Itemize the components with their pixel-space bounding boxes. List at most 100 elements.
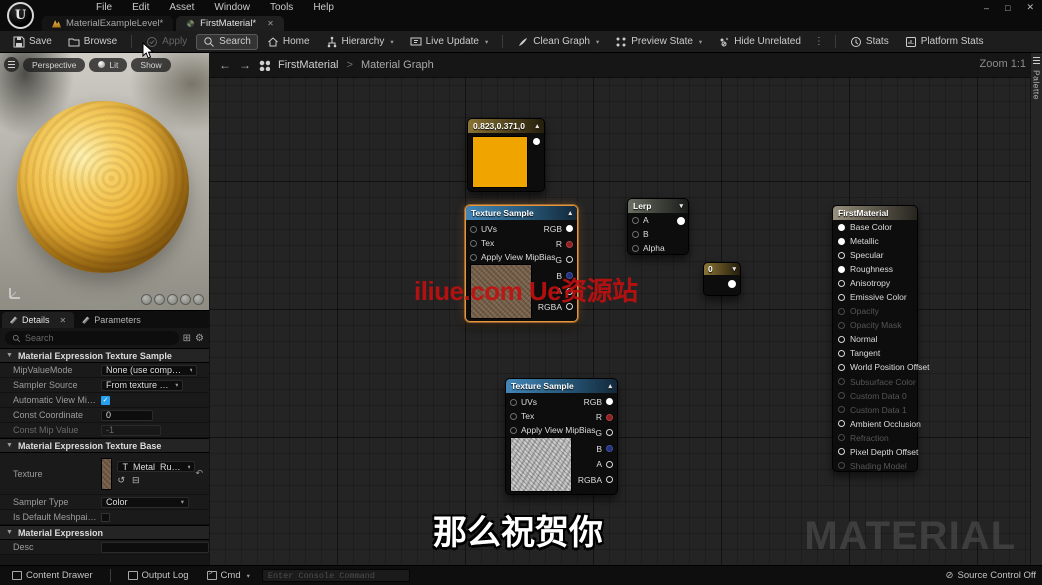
output-pin[interactable] — [566, 256, 573, 263]
input-pin[interactable] — [838, 308, 845, 315]
input-pin[interactable] — [470, 240, 477, 247]
tab-material-example-level[interactable]: MaterialExampleLevel* — [42, 16, 173, 31]
input-pin[interactable] — [838, 406, 845, 413]
chevron-down-icon[interactable]: ▾ — [679, 202, 683, 210]
output-pin-row[interactable]: R — [578, 410, 613, 426]
close-button[interactable]: ✕ — [1026, 2, 1034, 13]
input-pin[interactable] — [838, 350, 845, 357]
texture-asset-dropdown[interactable]: T_Metal_Rust_D▾ — [117, 461, 195, 472]
material-input-row[interactable]: Normal — [833, 332, 917, 346]
platform-stats-button[interactable]: Platform Stats — [898, 34, 991, 50]
output-pin[interactable] — [533, 138, 540, 145]
material-input-row[interactable]: Emissive Color — [833, 290, 917, 304]
forward-arrow-icon[interactable]: → — [239, 58, 251, 72]
output-pin-row[interactable]: RGB — [538, 221, 573, 237]
material-result-node[interactable]: FirstMaterial Base ColorMetallicSpecular… — [832, 205, 918, 472]
input-pin[interactable] — [510, 413, 517, 420]
menu-window[interactable]: Window — [214, 2, 250, 13]
content-drawer-button[interactable]: Content Drawer — [6, 568, 99, 583]
input-pin[interactable] — [632, 217, 639, 224]
tab-details[interactable]: Details ✕ — [2, 312, 74, 328]
output-pin[interactable] — [606, 414, 613, 421]
input-pin[interactable] — [838, 392, 845, 399]
material-input-row[interactable]: Specular — [833, 248, 917, 262]
clean-graph-button[interactable]: Clean Graph ▾ — [510, 34, 606, 50]
input-pin[interactable] — [838, 434, 845, 441]
mesh-sphere-button[interactable] — [154, 294, 165, 305]
output-pin-row[interactable]: G — [578, 425, 613, 441]
input-pin[interactable] — [510, 427, 517, 434]
minimize-button[interactable]: – — [984, 3, 989, 13]
collapse-icon[interactable]: ▴ — [535, 122, 539, 130]
input-pin-row[interactable]: Alpha — [628, 241, 688, 255]
save-button[interactable]: Save — [6, 34, 59, 50]
output-pin[interactable] — [606, 398, 613, 405]
material-input-row[interactable]: Base Color — [833, 220, 917, 234]
menu-asset[interactable]: Asset — [169, 2, 194, 13]
hide-unrelated-button[interactable]: Hide Unrelated — [711, 34, 808, 50]
input-pin[interactable] — [838, 238, 845, 245]
input-pin[interactable] — [838, 294, 845, 301]
input-pin[interactable] — [838, 266, 845, 273]
reset-property-icon[interactable]: ↶ — [195, 468, 203, 479]
cmd-dropdown[interactable]: Cmd ▾ — [201, 568, 256, 583]
input-pin[interactable] — [838, 280, 845, 287]
kebab-menu-icon[interactable]: ⋮ — [810, 36, 828, 47]
output-pin-row[interactable]: R — [538, 237, 573, 253]
menu-file[interactable]: File — [96, 2, 112, 13]
collapse-icon[interactable]: ▴ — [568, 209, 572, 217]
output-pin-row[interactable]: A — [578, 456, 613, 472]
output-pin-row[interactable]: RGB — [578, 394, 613, 410]
auto-view-mip-checkbox[interactable]: ✓ — [101, 396, 110, 405]
mesh-plane-button[interactable] — [167, 294, 178, 305]
tab-close-icon[interactable]: ✕ — [267, 19, 274, 28]
close-icon[interactable]: ✕ — [60, 316, 67, 325]
const-coordinate-input[interactable]: 0 — [101, 410, 153, 421]
input-pin[interactable] — [470, 254, 477, 261]
input-pin[interactable] — [838, 224, 845, 231]
search-button[interactable]: Search — [196, 34, 258, 50]
back-arrow-icon[interactable]: ← — [219, 58, 231, 72]
live-update-button[interactable]: Live Update ▾ — [403, 34, 496, 50]
sampler-source-dropdown[interactable]: From texture asset▾ — [101, 380, 183, 391]
lit-dropdown[interactable]: Lit — [89, 58, 127, 72]
material-preview-viewport[interactable]: Perspective Lit Show — [0, 53, 209, 310]
default-meshpaint-checkbox[interactable] — [101, 513, 110, 522]
output-pin[interactable] — [606, 445, 613, 452]
input-pin[interactable] — [838, 322, 845, 329]
chevron-down-icon[interactable]: ▾ — [732, 265, 736, 273]
mip-value-mode-dropdown[interactable]: None (use computed mip lev▾ — [101, 365, 197, 376]
output-pin-row[interactable]: RGBA — [578, 472, 613, 488]
mesh-custom-button[interactable] — [193, 294, 204, 305]
details-search-input[interactable]: Search — [5, 331, 179, 345]
breadcrumb-root[interactable]: FirstMaterial — [278, 59, 339, 71]
section-texture-base[interactable]: ▼ Material Expression Texture Base — [0, 438, 209, 453]
palette-sidebar-tab[interactable]: Palette — [1030, 53, 1042, 565]
tab-parameters[interactable]: Parameters — [74, 312, 149, 328]
section-material-expression[interactable]: ▼ Material Expression — [0, 525, 209, 540]
const-mip-value-input[interactable]: -1 — [101, 425, 161, 436]
output-pin[interactable] — [606, 461, 613, 468]
material-input-row[interactable]: Custom Data 0 — [833, 389, 917, 403]
input-pin[interactable] — [632, 245, 639, 252]
use-selected-asset-icon[interactable]: ↺ — [117, 475, 125, 486]
show-dropdown[interactable]: Show — [131, 58, 170, 72]
texture-sample-node-2[interactable]: Texture Sample ▴ UVsTexApply View MipBia… — [505, 378, 618, 495]
gear-icon[interactable]: ⚙ — [195, 333, 204, 344]
browse-to-asset-icon[interactable]: ⊟ — [132, 475, 140, 486]
material-input-row[interactable]: Anisotropy — [833, 276, 917, 290]
input-pin[interactable] — [838, 420, 845, 427]
lerp-node[interactable]: Lerp ▾ ABAlpha — [627, 198, 689, 255]
constant3-vector-node[interactable]: 0.823,0.371,0 ▴ — [467, 118, 545, 192]
source-control-button[interactable]: ⊘ Source Control Off — [946, 570, 1036, 581]
viewport-menu-button[interactable] — [4, 57, 19, 72]
material-input-row[interactable]: Opacity Mask — [833, 318, 917, 332]
hierarchy-button[interactable]: Hierarchy ▾ — [319, 34, 401, 50]
preview-state-button[interactable]: Preview State ▾ — [608, 34, 709, 50]
output-pin[interactable] — [677, 217, 685, 225]
output-log-button[interactable]: Output Log — [122, 568, 195, 583]
mesh-cube-button[interactable] — [180, 294, 191, 305]
stats-button[interactable]: Stats — [843, 34, 896, 50]
material-input-row[interactable]: Ambient Occlusion — [833, 417, 917, 431]
input-pin[interactable] — [838, 252, 845, 259]
